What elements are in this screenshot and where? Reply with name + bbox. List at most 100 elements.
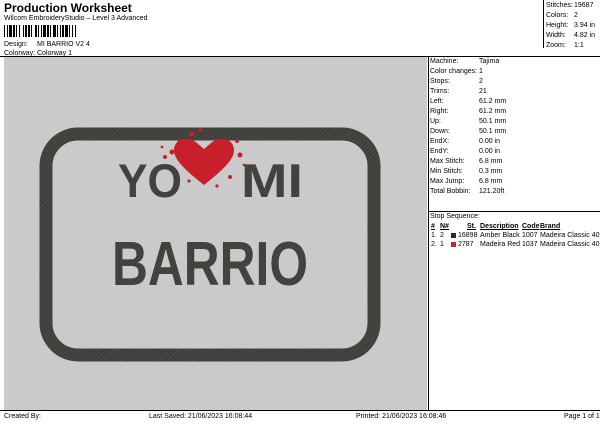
stop-sequence-divider [429,211,600,212]
detail-row: Total Bobbin: 121.20ft [430,188,504,195]
barcode-bar [47,25,49,37]
detail-label: Machine: [430,58,459,65]
stitch-count: 16898 [458,232,478,239]
detail-label: Min Stitch: [430,168,463,175]
detail-row: Right: 61.2 mm [430,108,506,115]
detail-value: 61.2 mm [479,108,507,115]
design-name: MI BARRIO V2 4 [37,41,90,48]
summary-row: Stitches: 19687 [546,2,593,9]
detail-label: Up: [430,118,441,125]
needle-number: 1 [440,241,444,248]
summary-row: Colors: 2 [546,12,578,19]
summary-value: 2 [574,12,578,19]
barcode-bar [7,25,8,37]
barcode-bar [31,25,32,37]
color-swatch [451,242,456,247]
artwork-word-yo: YO [118,154,182,207]
detail-label: Trims: [430,88,450,95]
detail-row: Max Stitch: 6.8 mm [430,158,502,165]
barcode-bar [25,25,27,37]
barcode-bar [4,25,5,37]
barcode-bar [41,25,42,37]
detail-row: Up: 50.1 mm [430,118,506,125]
needle-number: 2 [440,232,444,239]
thread-code: 1037 [522,241,538,248]
detail-value: 6.8 mm [479,178,503,185]
column-header: N# [440,223,449,230]
color-swatch [451,233,456,238]
summary-value: 1:1 [574,42,584,49]
thread-brand: Madeira Classic 40 [540,241,600,248]
detail-value: 0.00 in [479,138,501,145]
barcode-bar [57,25,58,37]
last-saved: Last Saved: 21/06/2023 16:08:44 [149,413,253,420]
barcode-bar [16,25,17,37]
summary-label: Height: [546,22,569,29]
summary-value: 3.94 in [574,22,596,29]
detail-label: EndY: [430,148,449,155]
detail-row: EndY: 0.00 in [430,148,500,155]
barcode-bar [13,25,15,37]
column-header: # [431,223,435,230]
stitch-count: 2787 [458,241,474,248]
thread-description: Madeira Red [480,241,521,248]
summary-divider [543,0,544,48]
detail-row: Min Stitch: 0.3 mm [430,168,502,175]
detail-value: 0.00 in [479,148,501,155]
detail-row: EndX: 0.00 in [430,138,500,145]
barcode-bar [28,25,30,37]
page-title: Production Worksheet [4,1,132,15]
detail-value: 50.1 mm [479,118,507,125]
row-number: 1. [431,232,437,239]
detail-value: 2 [479,78,483,85]
detail-label: Max Stitch: [430,158,465,165]
detail-row: Left: 61.2 mm [430,98,506,105]
detail-row: Stops: 2 [430,78,483,85]
summary-label: Width: [546,32,566,39]
column-header: Description [480,223,519,230]
barcode-bar [50,25,51,37]
created-by: Created By: [4,413,41,420]
barcode-bar [19,25,20,37]
barcode-bar [72,25,73,37]
footer: Created By: Last Saved: 21/06/2023 16:08… [0,411,600,424]
summary-row: Height: 3.94 in [546,22,595,29]
detail-label: Color changes: [430,68,478,75]
summary-row: Width: 4.82 in [546,32,595,39]
barcode-bar [60,25,61,37]
embroidery-artwork: YO MI BARRIO [39,127,381,362]
detail-row: Down: 50.1 mm [430,128,506,135]
summary-row: Zoom: 1:1 [546,42,584,49]
row-number: 2. [431,241,437,248]
page-number: Page 1 of 1 [564,413,600,420]
detail-row: Machine: Tajima [430,58,499,65]
thread-code: 1007 [522,232,538,239]
detail-value: 50.1 mm [479,128,507,135]
detail-row: Max Jump: 6.8 mm [430,178,502,185]
column-header: Code [522,223,540,230]
detail-value: 1 [479,68,483,75]
summary-label: Colors: [546,12,569,19]
details-divider [428,57,429,411]
barcode-bar [53,25,56,37]
detail-label: Down: [430,128,450,135]
barcode-bar [75,25,76,37]
artwork-word-barrio: BARRIO [112,230,308,299]
detail-value: Tajima [479,58,500,65]
detail-label: Right: [430,108,449,115]
detail-row: Color changes: 1 [430,68,483,75]
summary-value: 19687 [574,2,594,9]
printed-date: Printed: 21/06/2023 16:08:46 [356,413,447,420]
stop-sequence-table: # N# St. Description Code Brand 1. 2 168… [431,223,600,253]
detail-value: 121.20ft [479,188,505,195]
detail-label: Stops: [430,78,450,85]
detail-label: Max Jump: [430,178,465,185]
summary-value: 4.82 in [574,32,596,39]
design-label: Design: [4,41,28,48]
barcode-bar [69,25,70,37]
thread-description: Amber Black [480,232,520,239]
barcode-bar [65,25,68,37]
summary-label: Stitches: [546,2,573,9]
software-subtitle: Wilcom EmbroideryStudio – Level 3 Advanc… [4,15,148,22]
barcode-bar [43,25,46,37]
